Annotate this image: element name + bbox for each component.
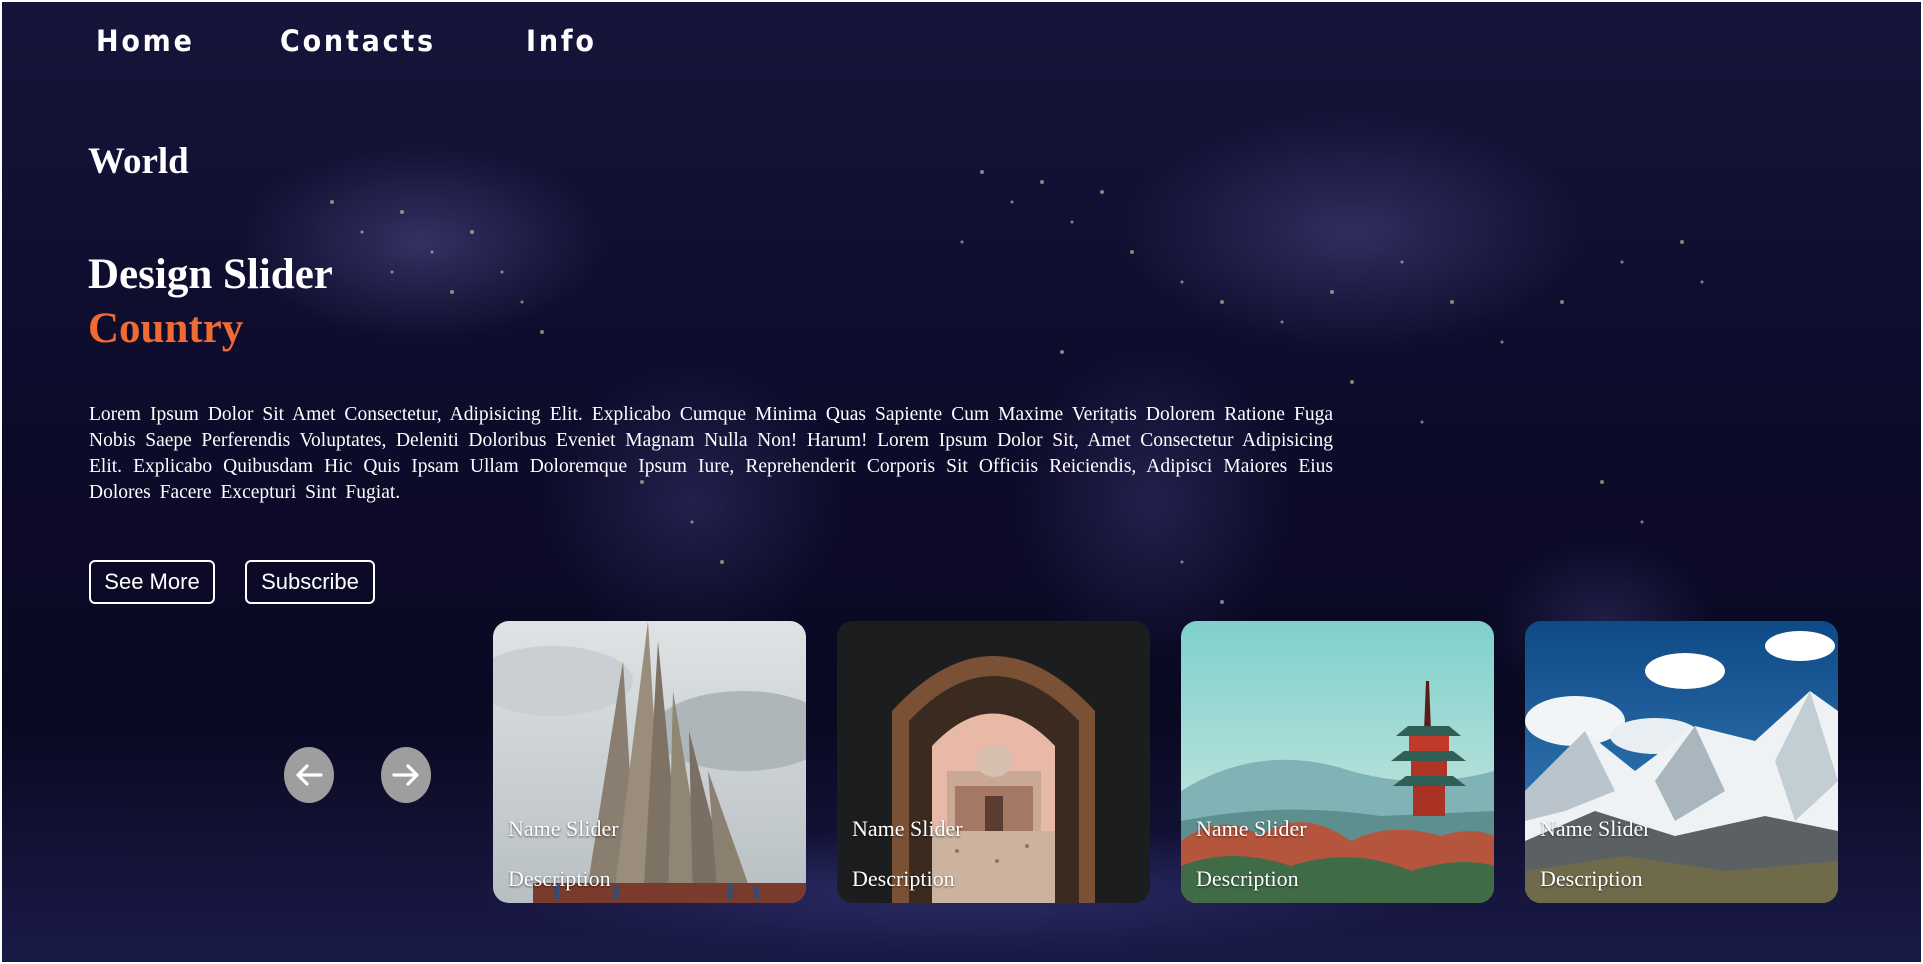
hero-background: Home Contacts Info World Design Slider C… (2, 2, 1921, 962)
card-description: Description (1196, 866, 1299, 891)
nav-info[interactable]: Info (526, 24, 597, 58)
archway-mausoleum-photo (837, 621, 1150, 903)
subscribe-button[interactable]: Subscribe (245, 560, 375, 604)
slider-card-3[interactable]: Name Slider Description (1181, 621, 1494, 903)
card-description: Description (1540, 866, 1643, 891)
slider-next-button[interactable] (381, 747, 431, 803)
hero-paragraph: Lorem Ipsum Dolor Sit Amet Consectetur, … (89, 404, 1333, 503)
arrow-right-icon (392, 764, 419, 786)
card-name: Name Slider (508, 816, 619, 841)
nav-contacts[interactable]: Contacts (280, 24, 436, 58)
hero-title: Design Slider Country (88, 248, 333, 356)
card-description: Description (508, 866, 611, 891)
card-name: Name Slider (852, 816, 963, 841)
slider-card-2[interactable]: Name Slider Description (837, 621, 1150, 903)
snowy-mountains-photo (1525, 621, 1838, 903)
card-description: Description (852, 866, 955, 891)
hero-kicker: World (88, 141, 189, 182)
main-nav: Home Contacts Info (96, 24, 602, 58)
card-name: Name Slider (1540, 816, 1651, 841)
slider-card-1[interactable]: Name Slider Description (493, 621, 806, 903)
hero-title-accent: Country (88, 305, 244, 352)
nav-home[interactable]: Home (96, 24, 195, 58)
see-more-button[interactable]: See More (89, 560, 215, 604)
concrete-monument-photo (493, 621, 806, 903)
hero-title-line1: Design Slider (88, 251, 333, 298)
pagoda-landscape-photo (1181, 621, 1494, 903)
slider-prev-button[interactable] (284, 747, 334, 803)
slider-card-4[interactable]: Name Slider Description (1525, 621, 1838, 903)
arrow-left-icon (296, 764, 323, 786)
card-name: Name Slider (1196, 816, 1307, 841)
